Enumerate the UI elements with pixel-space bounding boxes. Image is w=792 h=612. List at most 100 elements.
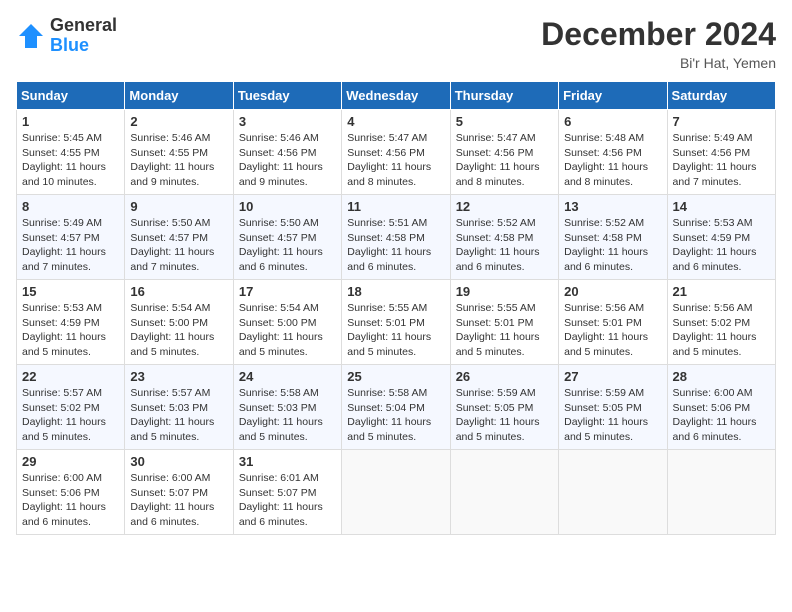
table-row: 4 Sunrise: 5:47 AM Sunset: 4:56 PM Dayli… <box>342 110 450 195</box>
day-detail: Sunrise: 5:55 AM Sunset: 5:01 PM Dayligh… <box>347 301 444 360</box>
table-row: 20 Sunrise: 5:56 AM Sunset: 5:01 PM Dayl… <box>559 280 667 365</box>
table-row: 15 Sunrise: 5:53 AM Sunset: 4:59 PM Dayl… <box>17 280 125 365</box>
location: Bi'r Hat, Yemen <box>541 55 776 71</box>
day-number: 1 <box>22 114 119 129</box>
day-detail: Sunrise: 6:00 AM Sunset: 5:06 PM Dayligh… <box>673 386 770 445</box>
day-detail: Sunrise: 5:50 AM Sunset: 4:57 PM Dayligh… <box>239 216 336 275</box>
day-detail: Sunrise: 5:49 AM Sunset: 4:57 PM Dayligh… <box>22 216 119 275</box>
table-row: 17 Sunrise: 5:54 AM Sunset: 5:00 PM Dayl… <box>233 280 341 365</box>
day-number: 23 <box>130 369 227 384</box>
day-number: 28 <box>673 369 770 384</box>
table-row: 21 Sunrise: 5:56 AM Sunset: 5:02 PM Dayl… <box>667 280 775 365</box>
col-sunday: Sunday <box>17 82 125 110</box>
col-saturday: Saturday <box>667 82 775 110</box>
logo: General Blue <box>16 16 117 56</box>
table-row: 16 Sunrise: 5:54 AM Sunset: 5:00 PM Dayl… <box>125 280 233 365</box>
day-detail: Sunrise: 5:59 AM Sunset: 5:05 PM Dayligh… <box>456 386 553 445</box>
table-row: 22 Sunrise: 5:57 AM Sunset: 5:02 PM Dayl… <box>17 365 125 450</box>
day-detail: Sunrise: 5:50 AM Sunset: 4:57 PM Dayligh… <box>130 216 227 275</box>
table-row: 3 Sunrise: 5:46 AM Sunset: 4:56 PM Dayli… <box>233 110 341 195</box>
day-detail: Sunrise: 5:51 AM Sunset: 4:58 PM Dayligh… <box>347 216 444 275</box>
col-friday: Friday <box>559 82 667 110</box>
day-number: 18 <box>347 284 444 299</box>
logo-icon <box>16 21 46 51</box>
day-number: 17 <box>239 284 336 299</box>
table-row: 30 Sunrise: 6:00 AM Sunset: 5:07 PM Dayl… <box>125 450 233 535</box>
logo-blue: Blue <box>50 36 117 56</box>
day-detail: Sunrise: 5:47 AM Sunset: 4:56 PM Dayligh… <box>347 131 444 190</box>
day-detail: Sunrise: 5:56 AM Sunset: 5:01 PM Dayligh… <box>564 301 661 360</box>
day-detail: Sunrise: 5:49 AM Sunset: 4:56 PM Dayligh… <box>673 131 770 190</box>
table-row <box>667 450 775 535</box>
day-number: 2 <box>130 114 227 129</box>
day-detail: Sunrise: 6:00 AM Sunset: 5:06 PM Dayligh… <box>22 471 119 530</box>
day-number: 15 <box>22 284 119 299</box>
day-number: 3 <box>239 114 336 129</box>
day-number: 25 <box>347 369 444 384</box>
table-row: 12 Sunrise: 5:52 AM Sunset: 4:58 PM Dayl… <box>450 195 558 280</box>
day-number: 7 <box>673 114 770 129</box>
table-row: 2 Sunrise: 5:46 AM Sunset: 4:55 PM Dayli… <box>125 110 233 195</box>
table-row: 8 Sunrise: 5:49 AM Sunset: 4:57 PM Dayli… <box>17 195 125 280</box>
day-detail: Sunrise: 5:57 AM Sunset: 5:02 PM Dayligh… <box>22 386 119 445</box>
table-row: 18 Sunrise: 5:55 AM Sunset: 5:01 PM Dayl… <box>342 280 450 365</box>
day-detail: Sunrise: 5:59 AM Sunset: 5:05 PM Dayligh… <box>564 386 661 445</box>
table-row: 27 Sunrise: 5:59 AM Sunset: 5:05 PM Dayl… <box>559 365 667 450</box>
day-number: 11 <box>347 199 444 214</box>
table-row: 13 Sunrise: 5:52 AM Sunset: 4:58 PM Dayl… <box>559 195 667 280</box>
table-row: 10 Sunrise: 5:50 AM Sunset: 4:57 PM Dayl… <box>233 195 341 280</box>
table-row: 19 Sunrise: 5:55 AM Sunset: 5:01 PM Dayl… <box>450 280 558 365</box>
logo-general: General <box>50 16 117 36</box>
day-number: 19 <box>456 284 553 299</box>
calendar-header-row: Sunday Monday Tuesday Wednesday Thursday… <box>17 82 776 110</box>
table-row <box>342 450 450 535</box>
calendar-week-row: 22 Sunrise: 5:57 AM Sunset: 5:02 PM Dayl… <box>17 365 776 450</box>
day-number: 20 <box>564 284 661 299</box>
calendar-week-row: 1 Sunrise: 5:45 AM Sunset: 4:55 PM Dayli… <box>17 110 776 195</box>
table-row: 28 Sunrise: 6:00 AM Sunset: 5:06 PM Dayl… <box>667 365 775 450</box>
title-block: December 2024 Bi'r Hat, Yemen <box>541 16 776 71</box>
col-thursday: Thursday <box>450 82 558 110</box>
table-row: 5 Sunrise: 5:47 AM Sunset: 4:56 PM Dayli… <box>450 110 558 195</box>
day-number: 4 <box>347 114 444 129</box>
table-row: 1 Sunrise: 5:45 AM Sunset: 4:55 PM Dayli… <box>17 110 125 195</box>
day-detail: Sunrise: 5:53 AM Sunset: 4:59 PM Dayligh… <box>673 216 770 275</box>
calendar-table: Sunday Monday Tuesday Wednesday Thursday… <box>16 81 776 535</box>
day-detail: Sunrise: 5:54 AM Sunset: 5:00 PM Dayligh… <box>130 301 227 360</box>
table-row: 25 Sunrise: 5:58 AM Sunset: 5:04 PM Dayl… <box>342 365 450 450</box>
day-number: 24 <box>239 369 336 384</box>
table-row: 7 Sunrise: 5:49 AM Sunset: 4:56 PM Dayli… <box>667 110 775 195</box>
day-number: 21 <box>673 284 770 299</box>
day-detail: Sunrise: 5:48 AM Sunset: 4:56 PM Dayligh… <box>564 131 661 190</box>
table-row: 26 Sunrise: 5:59 AM Sunset: 5:05 PM Dayl… <box>450 365 558 450</box>
logo-text: General Blue <box>50 16 117 56</box>
day-number: 27 <box>564 369 661 384</box>
day-number: 9 <box>130 199 227 214</box>
day-detail: Sunrise: 5:52 AM Sunset: 4:58 PM Dayligh… <box>564 216 661 275</box>
day-number: 10 <box>239 199 336 214</box>
day-detail: Sunrise: 5:46 AM Sunset: 4:55 PM Dayligh… <box>130 131 227 190</box>
calendar-week-row: 29 Sunrise: 6:00 AM Sunset: 5:06 PM Dayl… <box>17 450 776 535</box>
day-number: 29 <box>22 454 119 469</box>
day-detail: Sunrise: 5:58 AM Sunset: 5:03 PM Dayligh… <box>239 386 336 445</box>
page-header: General Blue December 2024 Bi'r Hat, Yem… <box>16 16 776 71</box>
col-tuesday: Tuesday <box>233 82 341 110</box>
table-row: 31 Sunrise: 6:01 AM Sunset: 5:07 PM Dayl… <box>233 450 341 535</box>
day-number: 26 <box>456 369 553 384</box>
col-monday: Monday <box>125 82 233 110</box>
calendar-week-row: 8 Sunrise: 5:49 AM Sunset: 4:57 PM Dayli… <box>17 195 776 280</box>
col-wednesday: Wednesday <box>342 82 450 110</box>
day-number: 5 <box>456 114 553 129</box>
month-title: December 2024 <box>541 16 776 53</box>
table-row: 29 Sunrise: 6:00 AM Sunset: 5:06 PM Dayl… <box>17 450 125 535</box>
day-detail: Sunrise: 5:58 AM Sunset: 5:04 PM Dayligh… <box>347 386 444 445</box>
day-detail: Sunrise: 5:45 AM Sunset: 4:55 PM Dayligh… <box>22 131 119 190</box>
table-row <box>559 450 667 535</box>
day-number: 12 <box>456 199 553 214</box>
day-detail: Sunrise: 5:55 AM Sunset: 5:01 PM Dayligh… <box>456 301 553 360</box>
day-number: 8 <box>22 199 119 214</box>
table-row: 9 Sunrise: 5:50 AM Sunset: 4:57 PM Dayli… <box>125 195 233 280</box>
day-number: 30 <box>130 454 227 469</box>
calendar-week-row: 15 Sunrise: 5:53 AM Sunset: 4:59 PM Dayl… <box>17 280 776 365</box>
table-row <box>450 450 558 535</box>
